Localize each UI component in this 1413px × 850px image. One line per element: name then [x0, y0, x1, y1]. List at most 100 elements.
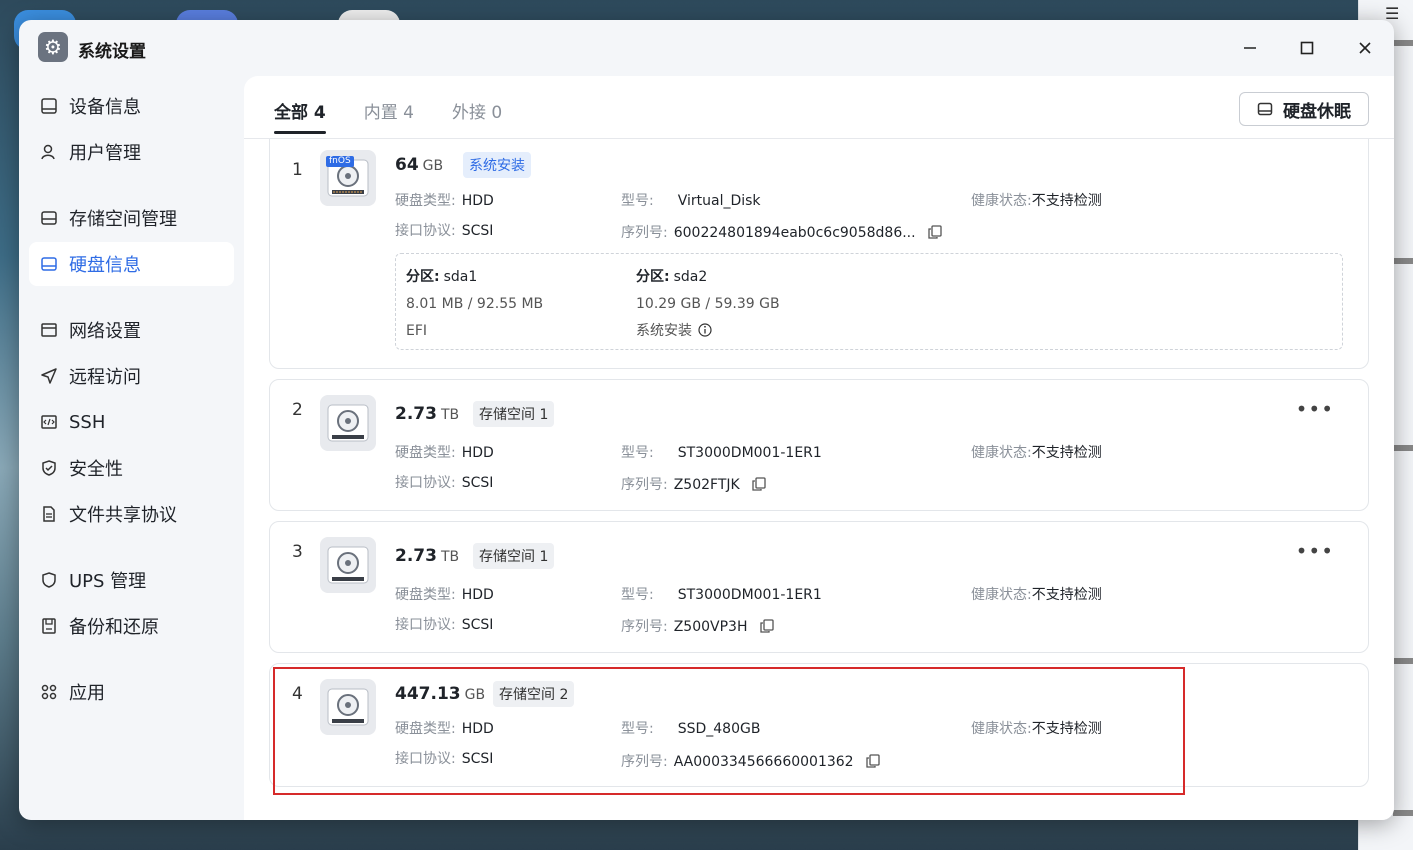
ssh-icon	[39, 412, 59, 432]
disk-sleep-button[interactable]: 硬盘休眠	[1239, 92, 1369, 126]
tab-external[interactable]: 外接 0	[452, 98, 502, 128]
sidebar-item-label: SSH	[69, 411, 106, 433]
copy-icon[interactable]	[865, 754, 880, 768]
disk-health: 健康状态:不支持检测	[971, 587, 1102, 603]
disk-model: 型号: ST3000DM001-1ER1	[621, 445, 822, 461]
disk-sleep-label: 硬盘休眠	[1283, 101, 1351, 122]
sidebar-item-label: 安全性	[69, 459, 123, 480]
user-icon	[39, 142, 59, 162]
disk-number: 4	[292, 684, 303, 704]
sidebar-item-label: 设备信息	[69, 97, 141, 118]
hard-drive-icon	[320, 395, 376, 451]
storage-icon	[39, 208, 59, 228]
disk-protocol: 接口协议: SCSI	[395, 475, 494, 491]
sidebar-item-user-management[interactable]: 用户管理	[29, 130, 234, 174]
partition-usage: 8.01 MB / 92.55 MB	[406, 296, 544, 312]
disk-card[interactable]: 3 2.73 TB 存储空间 1 ••• 硬盘类型: HDD 接口协议: SCSI 型…	[269, 521, 1369, 653]
more-options-icon[interactable]: •••	[1296, 541, 1334, 561]
sidebar-item-storage[interactable]: 存储空间管理	[29, 196, 234, 240]
sidebar-item-label: 远程访问	[69, 367, 141, 388]
disk-card[interactable]: 4 447.13 GB 存储空间 2 硬盘类型: HDD 接口协议: SCSI 型号:…	[269, 663, 1369, 787]
sidebar-item-network[interactable]: 网络设置	[29, 308, 234, 352]
backup-icon	[39, 616, 59, 636]
disk-health: 健康状态:不支持检测	[971, 445, 1102, 461]
maximize-button[interactable]	[1293, 34, 1321, 62]
hard-drive-icon	[320, 679, 376, 735]
disk-serial: 序列号: 600224801894eab0c6c9058d86...	[621, 222, 942, 242]
sidebar-item-remote-access[interactable]: 远程访问	[29, 354, 234, 398]
disk-icon	[1257, 102, 1273, 116]
sidebar-item-backup[interactable]: 备份和还原	[29, 604, 234, 648]
minimize-button[interactable]	[1236, 34, 1264, 62]
disk-serial: 序列号: Z502FTJK	[621, 474, 766, 494]
partition-fs: 系统安装	[636, 318, 780, 345]
sidebar-item-label: 网络设置	[69, 321, 141, 342]
sidebar-item-ups[interactable]: UPS 管理	[29, 558, 234, 602]
divider	[1393, 445, 1413, 451]
send-icon	[39, 366, 59, 386]
disk-type: 硬盘类型: HDD	[395, 445, 494, 461]
device-icon	[39, 96, 59, 116]
disk-icon	[39, 254, 59, 274]
storage-pool-badge: 存储空间 1	[473, 401, 555, 427]
file-icon	[39, 504, 59, 524]
divider	[1393, 810, 1413, 816]
window-title: 系统设置	[78, 42, 146, 62]
disk-model: 型号: Virtual_Disk	[621, 193, 761, 209]
disk-protocol: 接口协议: SCSI	[395, 617, 494, 633]
network-icon	[39, 320, 59, 340]
sidebar-item-label: 应用	[69, 683, 105, 704]
settings-gear-icon: ⚙	[38, 32, 68, 62]
storage-pool-badge: 存储空间 1	[473, 543, 555, 569]
tab-all[interactable]: 全部 4	[274, 98, 326, 134]
disk-number: 3	[292, 542, 303, 562]
sidebar-item-label: 用户管理	[69, 143, 141, 164]
disk-number: 1	[292, 160, 303, 180]
disk-capacity: 2.73 TB	[395, 404, 460, 424]
settings-window: ⚙ 系统设置 设备信息 用户管理 存储空间管理 硬盘信息 网络设置 远程访问 S…	[19, 20, 1394, 820]
sidebar-item-ssh[interactable]: SSH	[29, 400, 234, 444]
sidebar-item-disk-info[interactable]: 硬盘信息	[29, 242, 234, 286]
disk-protocol: 接口协议: SCSI	[395, 223, 494, 239]
disk-card[interactable]: 2 2.73 TB 存储空间 1 ••• 硬盘类型: HDD 接口协议: SCSI 型…	[269, 379, 1369, 511]
sidebar-item-file-sharing[interactable]: 文件共享协议	[29, 492, 234, 536]
sidebar-item-label: 硬盘信息	[69, 255, 141, 276]
disk-serial: 序列号: AA000334566660001362	[621, 751, 880, 771]
partition-box: 分区: sda1 8.01 MB / 92.55 MB EFI 分区: sda2 1…	[395, 253, 1343, 350]
tab-bar: 全部 4 内置 4 外接 0	[274, 98, 540, 134]
partition-sda2: 分区: sda2 10.29 GB / 59.39 GB 系统安装	[636, 264, 780, 345]
sidebar-item-security[interactable]: 安全性	[29, 446, 234, 490]
disk-list[interactable]: 1 fnOS 64 GB 系统安装 硬盘类型: HDD 接口协议: SCSI 型号: V…	[244, 139, 1394, 820]
sidebar-item-label: 备份和还原	[69, 617, 159, 638]
close-button[interactable]	[1351, 34, 1379, 62]
sidebar-item-label: UPS 管理	[69, 571, 147, 592]
divider	[1393, 658, 1413, 664]
disk-type: 硬盘类型: HDD	[395, 587, 494, 603]
disk-protocol: 接口协议: SCSI	[395, 751, 494, 767]
storage-pool-badge: 存储空间 2	[493, 681, 575, 707]
ups-icon	[39, 570, 59, 590]
divider	[1393, 40, 1413, 46]
tab-internal[interactable]: 内置 4	[364, 98, 414, 128]
partition-fs: EFI	[406, 323, 428, 339]
copy-icon[interactable]	[759, 619, 774, 633]
sidebar-item-apps[interactable]: 应用	[29, 670, 234, 714]
info-icon[interactable]	[698, 323, 712, 337]
disk-model: 型号: ST3000DM001-1ER1	[621, 587, 822, 603]
disk-type: 硬盘类型: HDD	[395, 193, 494, 209]
sidebar-item-label: 文件共享协议	[69, 505, 177, 526]
divider	[1393, 258, 1413, 264]
sidebar-item-label: 存储空间管理	[69, 209, 177, 230]
disk-card[interactable]: 1 fnOS 64 GB 系统安装 硬盘类型: HDD 接口协议: SCSI 型号: V…	[269, 139, 1369, 369]
hard-drive-icon	[320, 537, 376, 593]
sidebar-item-device-info[interactable]: 设备信息	[29, 84, 234, 128]
disk-serial: 序列号: Z500VP3H	[621, 616, 774, 636]
copy-icon[interactable]	[927, 225, 942, 239]
disk-capacity: 2.73 TB	[395, 546, 460, 566]
system-install-badge: 系统安装	[463, 152, 531, 178]
more-options-icon[interactable]: •••	[1296, 399, 1334, 419]
disk-health: 健康状态:不支持检测	[971, 721, 1102, 737]
disk-capacity: 447.13 GB	[395, 684, 486, 704]
copy-icon[interactable]	[752, 477, 766, 491]
disk-health: 健康状态:不支持检测	[971, 193, 1102, 209]
